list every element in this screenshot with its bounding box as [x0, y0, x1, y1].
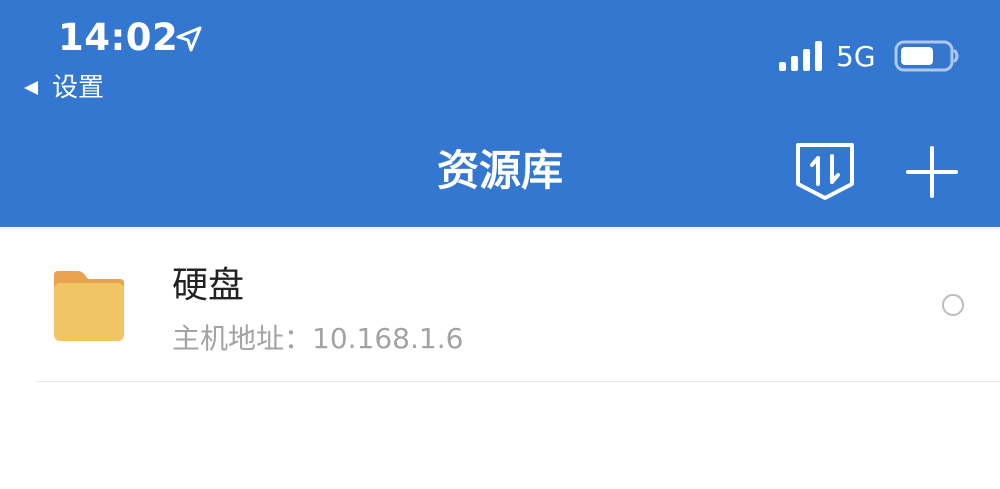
- header-bar: 14:02 设置 5G 资源库: [0, 0, 1000, 227]
- transfer-shield-icon[interactable]: [794, 140, 856, 202]
- list-divider: [36, 381, 1000, 382]
- item-host-address: 主机地址：10.168.1.6: [172, 322, 464, 355]
- back-label: 设置: [52, 73, 105, 103]
- network-type-label: 5G: [836, 40, 876, 73]
- back-triangle-icon: [24, 81, 38, 95]
- location-arrow-icon: [176, 26, 202, 52]
- app-screen: 14:02 设置 5G 资源库 硬盘 主机地址：10.168.1.6: [0, 0, 1000, 489]
- item-title: 硬盘: [172, 265, 245, 306]
- add-icon[interactable]: [904, 144, 960, 200]
- status-time: 14:02: [58, 16, 179, 59]
- battery-icon: [894, 40, 959, 72]
- cellular-signal-icon: [779, 41, 822, 71]
- back-to-settings-button[interactable]: 设置: [22, 70, 104, 106]
- list-item-disk[interactable]: 硬盘 主机地址：10.168.1.6: [0, 227, 1000, 382]
- folder-icon: [54, 271, 124, 341]
- select-radio[interactable]: [942, 294, 964, 316]
